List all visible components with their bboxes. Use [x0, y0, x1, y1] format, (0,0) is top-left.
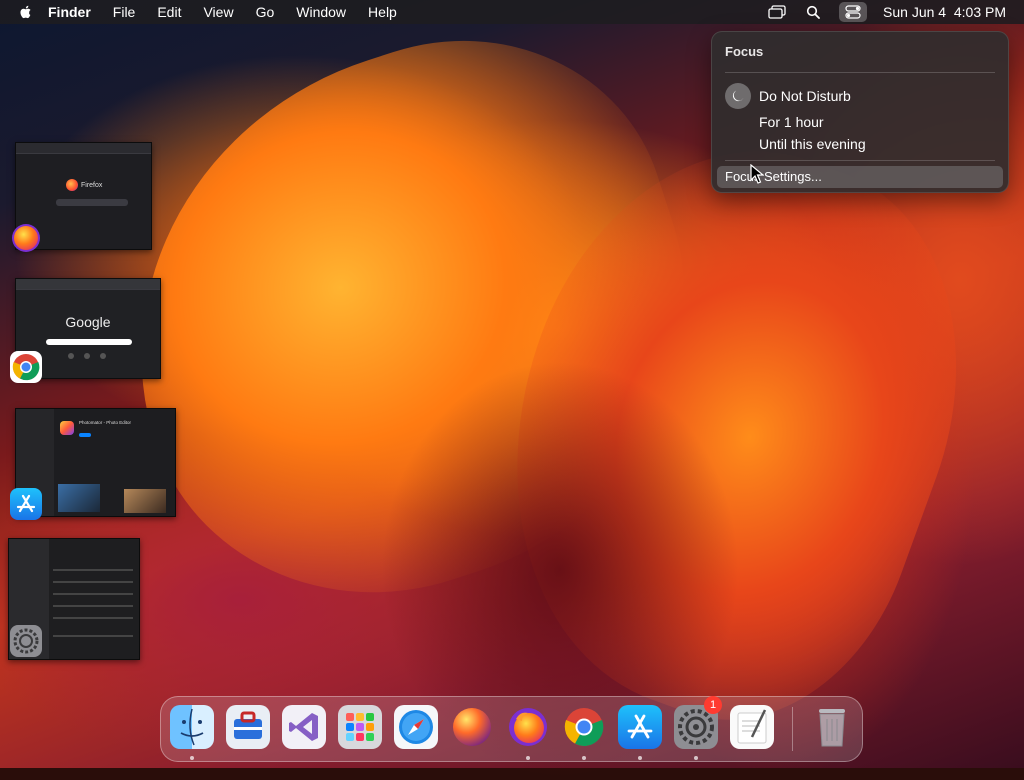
photomator-app-icon	[60, 421, 74, 435]
screenshot-image	[58, 484, 100, 512]
settings-row	[53, 617, 133, 619]
shortcut-icon	[84, 353, 90, 359]
settings-row	[53, 581, 133, 583]
divider	[725, 72, 995, 73]
firefox-logo-icon	[66, 179, 78, 191]
running-indicator	[638, 756, 642, 760]
menu-app-name[interactable]: Finder	[48, 4, 91, 20]
do-not-disturb-label: Do Not Disturb	[759, 88, 851, 104]
menu-bar: Finder File Edit View Go Window Help Sun…	[0, 0, 1024, 24]
menu-file[interactable]: File	[113, 4, 136, 20]
firefox-brand-text: Firefox	[81, 181, 103, 189]
menu-go[interactable]: Go	[256, 4, 275, 20]
running-indicator	[190, 756, 194, 760]
trash-icon[interactable]	[810, 705, 854, 749]
menu-edit[interactable]: Edit	[157, 4, 181, 20]
google-logo-text: Google	[65, 314, 111, 330]
moon-icon	[725, 83, 751, 109]
visual-studio-icon[interactable]	[282, 705, 326, 749]
control-center-icon[interactable]	[839, 2, 868, 22]
focus-panel-title: Focus	[725, 44, 764, 59]
launchpad-icon[interactable]	[338, 705, 382, 749]
safari-icon[interactable]	[394, 705, 438, 749]
menu-help[interactable]: Help	[368, 4, 397, 20]
settings-row	[53, 635, 133, 637]
running-indicator	[694, 756, 698, 760]
firefox-icon	[10, 222, 42, 254]
textedit-icon[interactable]	[730, 705, 774, 749]
menu-clock[interactable]: Sun Jun 4 4:03 PM	[883, 4, 1006, 20]
firefox-nightly-icon[interactable]	[450, 705, 494, 749]
app-store-icon	[10, 488, 42, 520]
finder-icon[interactable]	[170, 705, 214, 749]
spotlight-search-icon[interactable]	[803, 3, 823, 21]
browser-tabbar	[16, 143, 151, 154]
dock: 1	[160, 696, 863, 762]
app-store-icon[interactable]	[618, 705, 662, 749]
do-not-disturb-toggle[interactable]: Do Not Disturb	[725, 83, 851, 109]
running-indicator	[526, 756, 530, 760]
option-for-1-hour[interactable]: For 1 hour	[759, 114, 824, 130]
notification-badge: 1	[704, 696, 722, 714]
running-indicator	[582, 756, 586, 760]
shortcut-icon	[100, 353, 106, 359]
settings-row	[53, 569, 133, 571]
toolbox-icon[interactable]	[226, 705, 270, 749]
shortcut-row	[68, 353, 106, 359]
divider	[725, 160, 995, 161]
menu-window[interactable]: Window	[296, 4, 346, 20]
dock-separator	[792, 707, 793, 751]
chrome-icon[interactable]	[562, 705, 606, 749]
option-until-this-evening[interactable]: Until this evening	[759, 136, 866, 152]
screen-mirroring-icon[interactable]	[767, 3, 787, 21]
firefox-home-logo: Firefox	[66, 179, 102, 191]
system-settings-icon	[10, 625, 42, 657]
browser-tabbar	[16, 279, 160, 290]
screenshot-image	[124, 489, 166, 513]
app-heading: Photomator - Photo Editor	[79, 420, 132, 425]
settings-row	[53, 605, 133, 607]
search-bar	[46, 339, 132, 345]
mouse-cursor-icon	[750, 164, 764, 184]
shortcut-icon	[68, 353, 74, 359]
get-button	[79, 433, 91, 437]
apple-menu-icon[interactable]	[18, 4, 34, 20]
firefox-icon[interactable]	[506, 705, 550, 749]
menu-view[interactable]: View	[203, 4, 233, 20]
chrome-icon	[10, 351, 42, 383]
search-bar	[56, 199, 128, 206]
settings-row	[53, 593, 133, 595]
